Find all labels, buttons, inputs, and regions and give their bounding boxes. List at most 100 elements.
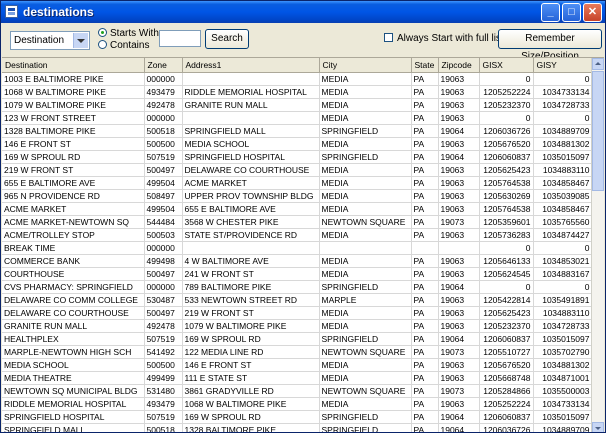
table-cell[interactable]: MEDIA THEATRE [2,371,145,385]
column-header[interactable]: Zone [144,58,183,73]
table-cell[interactable]: 19063 [438,72,480,86]
table-cell[interactable]: DELAWARE CO COURTHOUSE [182,163,320,177]
table-cell[interactable]: 1034728733 [533,319,593,333]
table-cell[interactable]: MEDIA [319,85,412,99]
table-cell[interactable]: COMMERCE BANK [2,254,145,268]
table-cell[interactable]: 1079 W BALTIMORE PIKE [2,98,145,112]
table-cell[interactable]: 19063 [438,137,480,151]
table-row[interactable]: HEALTHPLEX 507519 169 W SPROUL RD SPRINGFIE… [2,332,593,346]
table-row[interactable]: MEDIA THEATRE 499499 111 E STATE ST MEDIA PA… [2,371,593,385]
table-cell[interactable]: 1079 W BALTIMORE PIKE [182,319,320,333]
table-row[interactable]: 1079 W BALTIMORE PIKE 492478 GRANITE RUN M… [2,98,593,112]
close-icon[interactable]: ✕ [583,3,602,22]
table-cell[interactable]: 219 W FRONT ST [182,306,320,320]
table-cell[interactable]: 1034883167 [533,267,593,281]
table-cell[interactable]: 146 E FRONT ST [2,137,145,151]
table-cell[interactable]: 169 W SPROUL RD [182,410,320,424]
table-cell[interactable]: PA [411,306,439,320]
app-icon[interactable] [5,5,18,18]
table-cell[interactable]: 1034853021 [533,254,593,268]
table-cell[interactable]: 500500 [144,358,183,372]
table-cell[interactable]: MEDIA [319,202,412,216]
table-cell[interactable]: 19063 [438,254,480,268]
table-cell[interactable]: 533 NEWTOWN STREET RD [182,293,320,307]
table-cell[interactable]: 1205676520 [479,137,534,151]
vertical-scrollbar[interactable] [591,58,604,432]
table-row[interactable]: 146 E FRONT ST 500500 MEDIA SCHOOL MEDIA PA 1… [2,137,593,151]
table-cell[interactable]: 19064 [438,332,480,346]
table-cell[interactable]: 19064 [438,280,480,294]
table-cell[interactable]: SPRINGFIELD MALL [182,124,320,138]
table-cell[interactable]: SPRINGFIELD [319,150,412,164]
column-header[interactable]: Destination [2,58,145,73]
table-cell[interactable]: RIDDLE MEMORIAL HOSPITAL [182,85,320,99]
table-cell[interactable]: 123 W FRONT STREET [2,111,145,125]
table-cell[interactable]: PA [411,189,439,203]
table-cell[interactable]: 500497 [144,306,183,320]
table-cell[interactable]: 1035500003 [533,384,593,398]
table-cell[interactable]: 492478 [144,319,183,333]
table-cell[interactable]: PA [411,345,439,359]
table-cell[interactable]: HEALTHPLEX [2,332,145,346]
table-cell[interactable]: MEDIA [319,358,412,372]
table-cell[interactable]: 0 [479,111,534,125]
table-cell[interactable]: 111 E STATE ST [182,371,320,385]
table-row[interactable]: 655 E BALTIMORE AVE 499504 ACME MARKET MEDI… [2,176,593,190]
table-cell[interactable]: 219 W FRONT ST [2,163,145,177]
table-cell[interactable]: PA [411,358,439,372]
table-cell[interactable]: 0 [533,241,593,255]
table-cell[interactable]: 0 [479,280,534,294]
table-cell[interactable]: 19063 [438,371,480,385]
table-cell[interactable]: 1206060837 [479,332,534,346]
table-cell[interactable]: 1205510727 [479,345,534,359]
table-cell[interactable]: RIDDLE MEMORIAL HOSPITAL [2,397,145,411]
table-cell[interactable]: 1205764538 [479,202,534,216]
table-cell[interactable]: 19064 [438,150,480,164]
table-cell[interactable]: 507519 [144,410,183,424]
table-cell[interactable]: PA [411,215,439,229]
table-row[interactable]: MEDIA SCHOOL 500500 146 E FRONT ST MEDIA PA 1… [2,358,593,372]
table-cell[interactable]: ACME MARKET [182,176,320,190]
table-cell[interactable]: 1068 W BALTIMORE PIKE [2,85,145,99]
table-cell[interactable]: SPRINGFIELD [319,423,412,432]
table-cell[interactable]: 122 MEDIA LINE RD [182,345,320,359]
table-row[interactable]: BREAK TIME 000000 0 0 [2,241,593,255]
table-cell[interactable]: 0 [479,72,534,86]
table-cell[interactable]: PA [411,254,439,268]
table-cell[interactable]: 19063 [438,202,480,216]
table-cell[interactable]: MEDIA SCHOOL [182,137,320,151]
table-cell[interactable]: 789 BALTIMORE PIKE [182,280,320,294]
table-cell[interactable]: PA [411,267,439,281]
table-cell[interactable] [182,111,320,125]
table-cell[interactable]: PA [411,85,439,99]
column-header[interactable]: State [411,58,439,73]
table-row[interactable]: 1328 BALTIMORE PIKE 500518 SPRINGFIELD MAL… [2,124,593,138]
table-row[interactable]: NEWTOWN SQ MUNICIPAL BLDG 531480 3861 GRAD… [2,384,593,398]
table-cell[interactable]: 19063 [438,358,480,372]
table-cell[interactable] [182,72,320,86]
table-cell[interactable]: PA [411,137,439,151]
table-cell[interactable]: ACME MARKET [2,202,145,216]
table-cell[interactable]: 1035015097 [533,150,593,164]
table-row[interactable]: 169 W SPROUL RD 507519 SPRINGFIELD HOSPITA… [2,150,593,164]
table-cell[interactable]: PA [411,124,439,138]
table-cell[interactable]: MEDIA [319,397,412,411]
table-cell[interactable]: PA [411,202,439,216]
table-cell[interactable]: 19073 [438,384,480,398]
table-cell[interactable]: PA [411,332,439,346]
table-row[interactable]: GRANITE RUN MALL 492478 1079 W BALTIMORE P… [2,319,593,333]
table-cell[interactable]: 492478 [144,98,183,112]
table-cell[interactable]: MEDIA [319,306,412,320]
table-cell[interactable]: 965 N PROVIDENCE RD [2,189,145,203]
table-cell[interactable]: SPRINGFIELD MALL [2,423,145,432]
table-cell[interactable]: STATE ST/PROVIDENCE RD [182,228,320,242]
table-row[interactable]: COURTHOUSE 500497 241 W FRONT ST MEDIA PA 190… [2,267,593,281]
table-cell[interactable]: 19063 [438,319,480,333]
table-cell[interactable]: 1206060837 [479,410,534,424]
table-cell[interactable]: 1035491891 [533,293,593,307]
radio-checked-icon[interactable] [98,28,107,37]
table-cell[interactable]: 1206036726 [479,423,534,432]
table-row[interactable]: 1068 W BALTIMORE PIKE 493479 RIDDLE MEMORI… [2,85,593,99]
table-cell[interactable]: PA [411,423,439,432]
table-cell[interactable]: MEDIA [319,319,412,333]
